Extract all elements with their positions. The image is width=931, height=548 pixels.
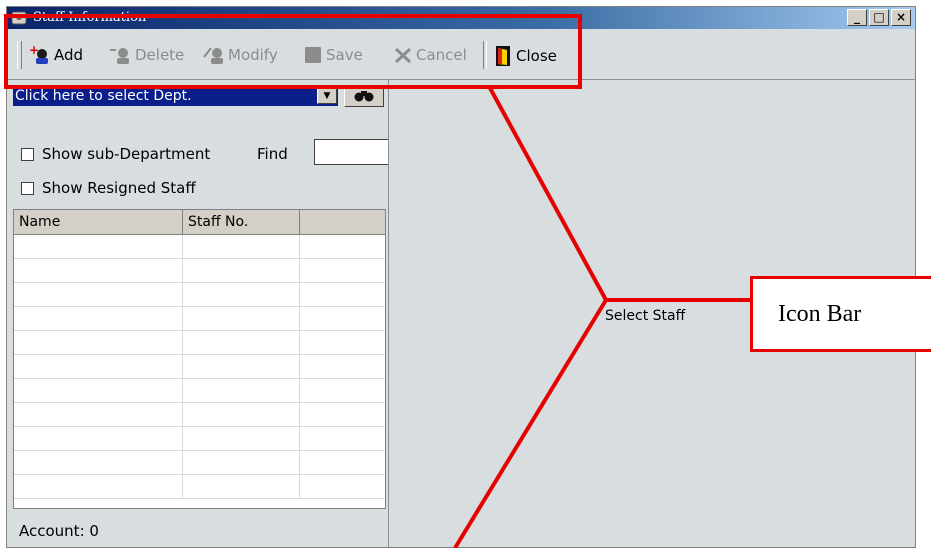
callout-lines: [453, 87, 750, 548]
icon-bar-callout: Icon Bar: [750, 276, 931, 352]
